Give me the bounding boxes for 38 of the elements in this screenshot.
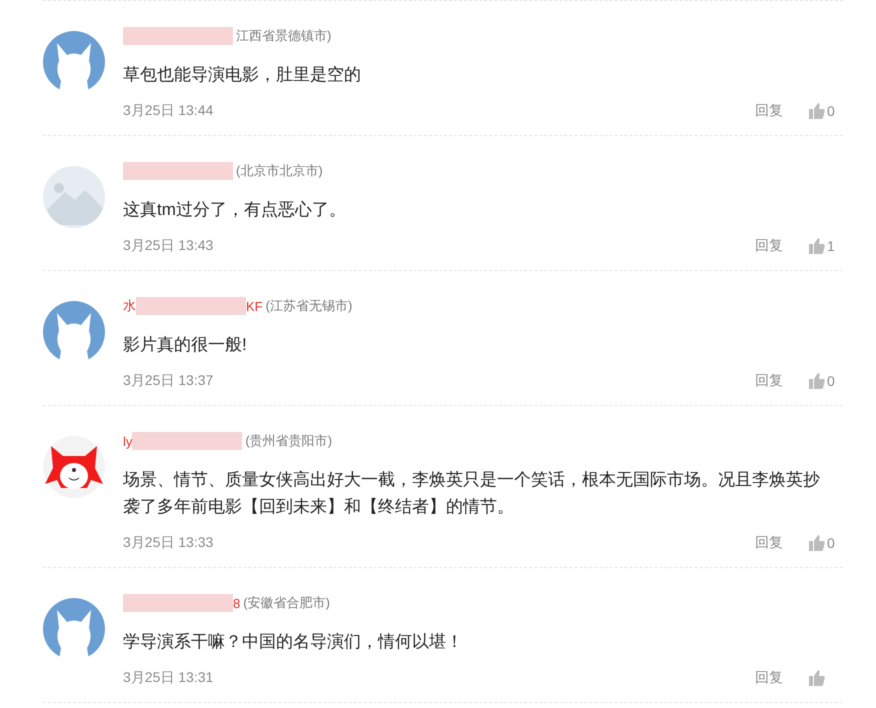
user-location: (安徽省合肥市) (243, 594, 330, 612)
username[interactable]: 8 (233, 596, 240, 610)
user-location: (江苏省无锡市) (266, 297, 352, 315)
comment-text: 这真tm过分了，有点恶心了。 (123, 199, 347, 221)
thumbs-up-icon[interactable] (809, 103, 825, 119)
username[interactable]: KF (246, 298, 263, 314)
comment-text: 影片真的很一般! (123, 334, 248, 356)
comment-time: 3月25日 13:37 (123, 372, 214, 390)
like-count: 0 (827, 373, 835, 389)
comment-text: 学导演系干嘛？中国的名导演们，情何以堪！ (123, 631, 464, 653)
like-count: 0 (827, 103, 835, 119)
reply-link[interactable]: 回复 (755, 372, 783, 390)
avatar-icon (43, 31, 105, 93)
comment-time: 3月25日 13:31 (123, 669, 214, 687)
comment-time: 3月25日 13:33 (123, 534, 214, 552)
comment-text: 场景、情节、质量女侠高出好大一截，李焕英只是一个笑话，根本无国际市场。况且李焕英抄袭了多年前电影【回到未来】和【终结者】的情节。 (123, 469, 821, 518)
username[interactable]: 水 (123, 297, 136, 315)
comment-time: 3月25日 13:43 (123, 237, 214, 255)
comment-time: 3月25日 13:44 (123, 102, 214, 120)
like-count: 1 (827, 238, 835, 254)
avatar-icon (43, 436, 105, 498)
comment-text: 草包也能导演电影，肚里是空的 (123, 64, 362, 86)
thumbs-up-icon[interactable] (809, 373, 825, 389)
reply-link[interactable]: 回复 (755, 102, 783, 120)
user-location: 江西省景德镇市) (236, 27, 332, 45)
username[interactable]: ly (123, 434, 132, 448)
thumbs-up-icon[interactable] (809, 670, 825, 686)
reply-link[interactable]: 回复 (755, 669, 783, 687)
user-location: (贵州省贵阳市) (245, 432, 332, 450)
thumbs-up-icon[interactable] (809, 535, 825, 551)
avatar-icon (43, 166, 105, 228)
avatar-icon (43, 598, 105, 660)
thumbs-up-icon[interactable] (809, 238, 825, 254)
reply-link[interactable]: 回复 (755, 534, 783, 552)
like-count: 0 (827, 535, 835, 551)
avatar-icon (43, 301, 105, 363)
user-location: (北京市北京市) (236, 162, 323, 180)
reply-link[interactable]: 回复 (755, 237, 783, 255)
